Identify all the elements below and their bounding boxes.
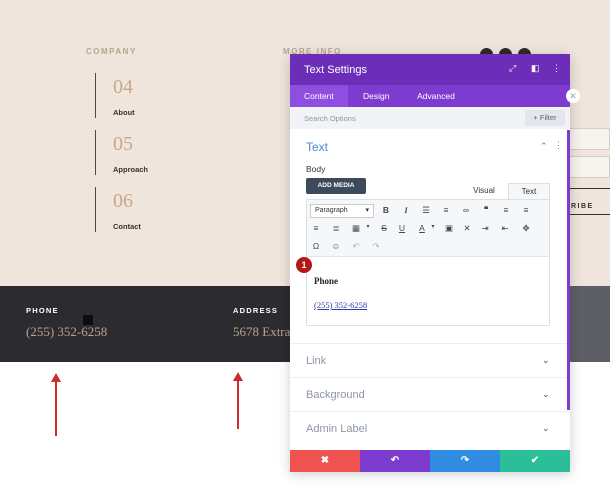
chevron-down-icon: ▾ (365, 207, 369, 214)
body-label: Body (306, 164, 326, 174)
align-center-icon[interactable]: ≡ (520, 205, 532, 215)
quote-icon[interactable]: ❝ (480, 204, 492, 215)
numbered-list-icon[interactable]: ≡ (440, 205, 452, 215)
subscribe-button-label[interactable]: RIBE (571, 203, 594, 210)
chevron-up-icon[interactable]: ⌃ (540, 141, 548, 152)
text-color-dropdown-icon[interactable]: ▾ (427, 223, 439, 230)
text-editor[interactable]: Paragraph ▾ B I ☰ ≡ ∞ ❝ ≡ ≡ ≡ ≣ ▦ ▾ S U A… (306, 199, 550, 326)
divider (568, 188, 610, 189)
address-label: ADDRESS (233, 306, 279, 315)
filter-button[interactable]: + Filter (525, 110, 565, 126)
strikethrough-icon[interactable]: S (378, 223, 390, 233)
table-dropdown-icon[interactable]: ▾ (362, 223, 374, 230)
nav-number: 05 (113, 133, 133, 155)
undo-button[interactable]: ↶ (360, 450, 430, 472)
editor-phone-link[interactable]: (255) 352-6258 (314, 300, 367, 310)
more-icon[interactable]: ⋮ (552, 63, 561, 74)
chevron-down-icon: ⌄ (542, 389, 550, 399)
italic-icon[interactable]: I (400, 205, 412, 215)
accordion-admin-label[interactable]: Admin Label ⌄ (290, 411, 570, 445)
company-heading: COMPANY (86, 47, 137, 56)
phone-value: (255) 352-6258 (26, 324, 108, 339)
text-section-title[interactable]: Text (306, 140, 328, 154)
accordion-background[interactable]: Background ⌄ (290, 377, 570, 411)
arrow-shaft (237, 379, 239, 429)
fullscreen-icon[interactable]: ✥ (520, 223, 532, 234)
link-icon[interactable]: ∞ (460, 205, 472, 215)
format-select-value: Paragraph (315, 207, 348, 214)
chevron-down-icon: ⌄ (542, 423, 550, 433)
divider (568, 214, 610, 215)
search-input[interactable]: Search Options (304, 114, 356, 123)
tab-advanced[interactable]: Advanced (417, 91, 455, 101)
nav-number: 04 (113, 76, 133, 98)
nav-divider (95, 73, 96, 118)
redo-icon[interactable]: ↷ (370, 241, 382, 252)
panel-tabs: Content Design Advanced (290, 85, 570, 107)
nav-link-about[interactable]: About (113, 108, 135, 117)
bold-icon[interactable]: B (380, 205, 392, 215)
accordion-label: Link (306, 355, 327, 367)
undo-icon: ↶ (390, 455, 400, 466)
split-icon[interactable]: ◧ (531, 63, 540, 74)
input-field[interactable] (568, 156, 610, 178)
panel-header[interactable]: Text Settings ⤢ ◧ ⋮ (290, 54, 570, 85)
indent-icon[interactable]: ⇥ (479, 223, 491, 234)
bullet-list-icon[interactable]: ☰ (420, 205, 432, 216)
text-settings-panel: Text Settings ⤢ ◧ ⋮ Content Design Advan… (290, 54, 570, 472)
redo-icon: ↷ (460, 455, 470, 466)
table-icon[interactable]: ▦ (350, 223, 362, 234)
nav-divider (95, 130, 96, 175)
editor-heading-text[interactable]: Phone (314, 276, 338, 286)
tab-design[interactable]: Design (363, 91, 389, 101)
cursor-marker (83, 315, 93, 325)
panel-title: Text Settings (304, 64, 367, 76)
underline-icon[interactable]: U (396, 223, 408, 233)
undo-icon[interactable]: ↶ (350, 241, 362, 252)
nav-divider (95, 187, 96, 232)
search-options-bar[interactable]: Search Options + Filter (290, 107, 570, 129)
align-left-icon[interactable]: ≡ (500, 205, 512, 215)
text-tab[interactable]: Text (508, 183, 550, 199)
cancel-button[interactable]: ✖ (290, 450, 360, 472)
nav-link-contact[interactable]: Contact (113, 222, 141, 231)
nav-number: 06 (113, 190, 133, 212)
editor-toolbar: Paragraph ▾ B I ☰ ≡ ∞ ❝ ≡ ≡ ≡ ≣ ▦ ▾ S U A… (307, 200, 549, 257)
chevron-down-icon: ⌄ (542, 355, 550, 365)
save-button[interactable]: ✔ (500, 450, 570, 472)
nav-link-approach[interactable]: Approach (113, 165, 148, 174)
outdent-icon[interactable]: ⇤ (499, 223, 511, 234)
emoji-icon[interactable]: ☺ (330, 241, 342, 251)
panel-scrollbar[interactable] (567, 130, 570, 410)
add-media-button[interactable]: ADD MEDIA (306, 178, 366, 194)
special-character-icon[interactable]: Ω (310, 241, 322, 251)
checkmark-icon: ✔ (530, 455, 540, 466)
close-icon[interactable]: ✕ (566, 89, 580, 103)
redo-button[interactable]: ↷ (430, 450, 500, 472)
input-field[interactable] (568, 128, 610, 150)
accordion-label: Admin Label (306, 423, 368, 435)
format-select[interactable]: Paragraph ▾ (310, 204, 374, 218)
visual-tab[interactable]: Visual (462, 183, 506, 199)
tab-content[interactable]: Content (304, 91, 334, 101)
phone-label: PHONE (26, 306, 59, 315)
address-value: 5678 Extra (233, 324, 291, 339)
justify-icon[interactable]: ≣ (330, 223, 342, 234)
section-more-icon[interactable]: ⋮ (554, 140, 563, 151)
footer-right-block (570, 286, 610, 362)
accordion-link[interactable]: Link ⌄ (290, 343, 570, 377)
step-marker: 1 (296, 257, 312, 273)
accordion-label: Background (306, 389, 365, 401)
paste-text-icon[interactable]: ▣ (443, 223, 455, 234)
arrow-shaft (55, 380, 57, 436)
align-right-icon[interactable]: ≡ (310, 223, 322, 233)
expand-icon[interactable]: ⤢ (509, 63, 516, 74)
close-icon: ✖ (320, 455, 330, 466)
clear-format-icon[interactable]: ✕ (461, 223, 473, 234)
